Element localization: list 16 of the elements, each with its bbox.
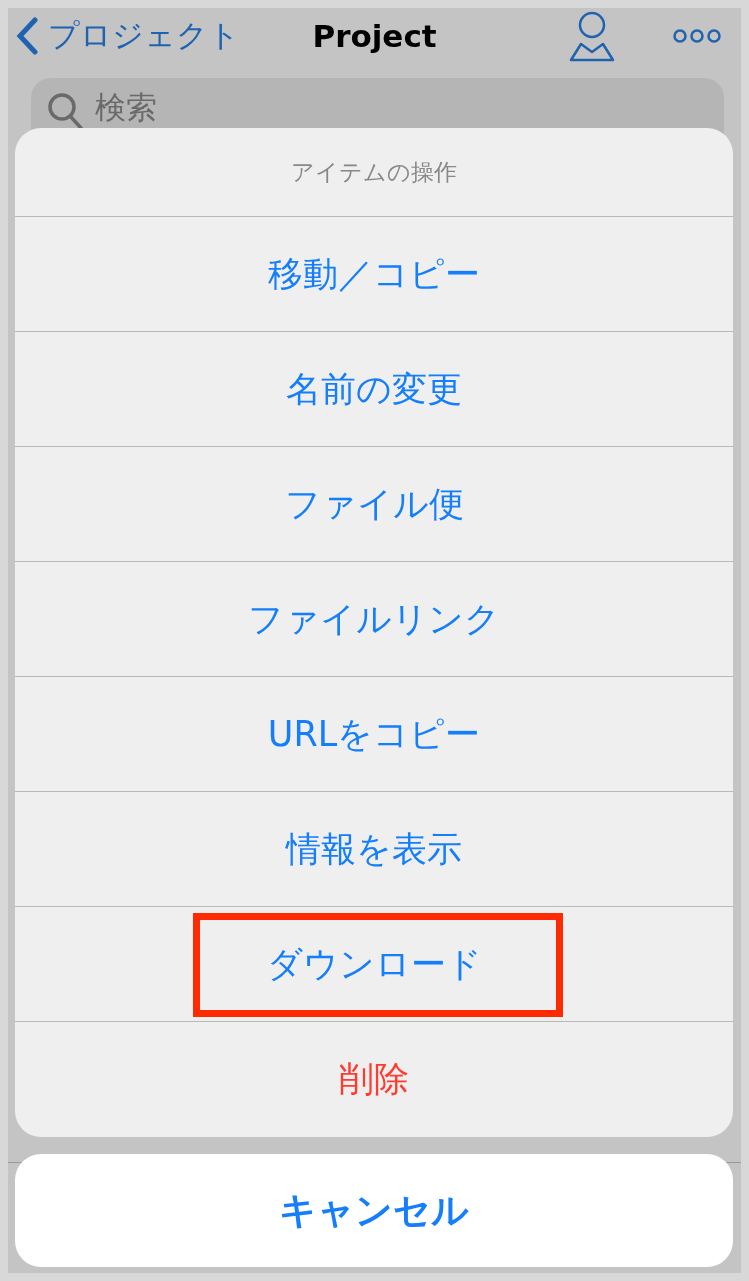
action-button[interactable]: ファイル便 bbox=[15, 447, 733, 562]
nav-title: Project bbox=[312, 18, 437, 54]
action-button[interactable]: 移動／コピー bbox=[15, 217, 733, 332]
sheet-title: アイテムの操作 bbox=[291, 157, 457, 187]
back-button[interactable]: プロジェクト bbox=[16, 15, 240, 57]
back-chevron-icon bbox=[16, 17, 38, 55]
action-button[interactable]: URLをコピー bbox=[15, 677, 733, 792]
more-icon[interactable] bbox=[673, 28, 721, 44]
action-button[interactable]: ダウンロード bbox=[15, 907, 733, 1022]
action-button[interactable]: 情報を表示 bbox=[15, 792, 733, 907]
search-icon bbox=[47, 92, 83, 130]
cancel-button[interactable]: キャンセル bbox=[15, 1154, 733, 1267]
action-button[interactable]: 名前の変更 bbox=[15, 332, 733, 447]
person-icon[interactable] bbox=[569, 10, 615, 62]
action-button[interactable]: ファイルリンク bbox=[15, 562, 733, 677]
action-button[interactable]: 削除 bbox=[15, 1022, 733, 1137]
